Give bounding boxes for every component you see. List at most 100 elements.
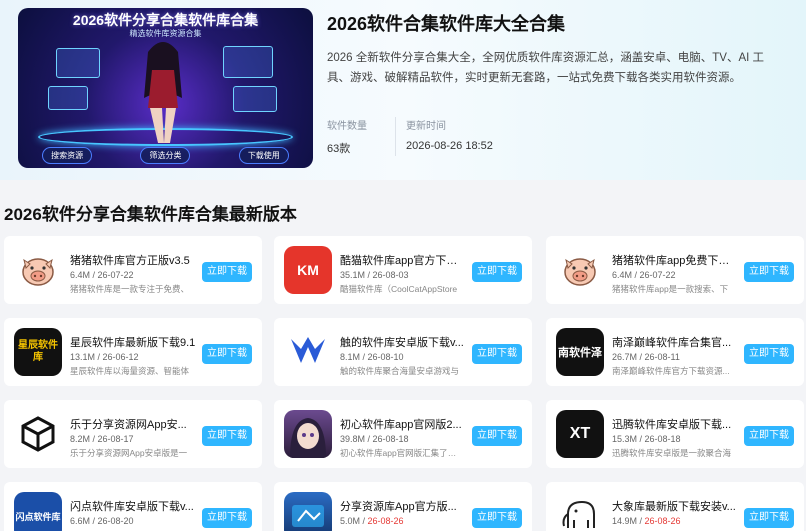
pig-icon bbox=[14, 246, 62, 294]
app-meta: 6.4M / 26-07-22 bbox=[612, 270, 676, 280]
meta-separator: / bbox=[637, 352, 645, 362]
meta-separator: / bbox=[90, 270, 98, 280]
download-button[interactable]: 立即下载 bbox=[472, 344, 522, 364]
app-meta: 8.2M / 26-08-17 bbox=[70, 434, 134, 444]
app-meta: 8.1M / 26-08-10 bbox=[340, 352, 404, 362]
app-size: 6.4M bbox=[70, 270, 91, 280]
app-name[interactable]: 星辰软件库最新版下载9.1 bbox=[70, 334, 196, 350]
page-title: 2026软件合集软件库大全合集 bbox=[327, 14, 566, 34]
download-button[interactable]: 立即下载 bbox=[744, 344, 794, 364]
meta-separator: / bbox=[95, 352, 103, 362]
stat-label: 软件数量 bbox=[327, 121, 367, 132]
hero-info: 2026软件合集软件库大全合集 2026 全新软件分享合集大全，全网优质软件库资… bbox=[327, 10, 787, 88]
app-size: 14.9M bbox=[612, 516, 638, 526]
chip-search: 搜索资源 bbox=[42, 147, 93, 164]
km-icon: KM bbox=[284, 246, 332, 294]
app-date: 26-08-26 bbox=[644, 516, 681, 526]
app-name[interactable]: 迅腾软件库安卓版下载... bbox=[612, 416, 738, 432]
app-name[interactable]: 触的软件库安卓版下载v... bbox=[340, 334, 466, 350]
hero-banner-image[interactable]: 2026软件分享合集软件库合集 精选软件库资源合集 搜索资源 筛选分类 下载使用 bbox=[18, 8, 313, 168]
banner-panel bbox=[233, 86, 277, 112]
app-card[interactable]: 星辰软件库 星辰软件库最新版下载9.1 13.1M / 26-06-12 星辰软件库以… bbox=[4, 318, 262, 386]
stat-value: 63款 bbox=[327, 143, 351, 155]
app-card[interactable]: 猪猪软件库官方正版v3.5 6.4M / 26-07-22 猪猪软件库是一款专注于免… bbox=[4, 236, 262, 304]
app-card[interactable]: XT 迅腾软件库安卓版下载... 15.3M / 26-08-18 迅腾软件库安卓版是… bbox=[546, 400, 804, 468]
app-date: 26-08-11 bbox=[644, 352, 680, 362]
download-button[interactable]: 立即下载 bbox=[202, 508, 252, 528]
meta-separator: / bbox=[90, 434, 98, 444]
download-button[interactable]: 立即下载 bbox=[472, 508, 522, 528]
download-button[interactable]: 立即下载 bbox=[202, 426, 252, 446]
app-date: 26-08-03 bbox=[372, 270, 409, 280]
download-button[interactable]: 立即下载 bbox=[202, 344, 252, 364]
meta-separator: / bbox=[637, 434, 645, 444]
app-card[interactable]: KM 酷猫软件库app官方下载... 35.1M / 26-08-03 酷猫软件库（C… bbox=[274, 236, 532, 304]
download-button[interactable]: 立即下载 bbox=[744, 262, 794, 282]
meta-separator: / bbox=[632, 270, 640, 280]
anime-avatar-icon bbox=[284, 410, 332, 458]
banner-panel bbox=[56, 48, 100, 78]
app-description: 南泽巅峰软件库官方下载资源... bbox=[612, 366, 730, 376]
app-size: 13.1M bbox=[70, 352, 96, 362]
banner-panel bbox=[223, 46, 273, 78]
app-date: 26-08-26 bbox=[367, 516, 404, 526]
stat-updated: 更新时间 2026-08-26 18:52 bbox=[395, 117, 511, 156]
meta-separator: / bbox=[90, 516, 98, 526]
app-size: 35.1M bbox=[340, 270, 366, 280]
meta-separator: / bbox=[360, 516, 368, 526]
flash-icon: 闪点软件库 bbox=[14, 492, 62, 531]
app-card[interactable]: 南软件泽 南泽巅峰软件库合集官... 26.7M / 26-08-11 南泽巅峰软件库… bbox=[546, 318, 804, 386]
download-button[interactable]: 立即下载 bbox=[202, 262, 252, 282]
hero-stats: 软件数量 63款 更新时间 2026-08-26 18:52 bbox=[327, 117, 521, 156]
app-name[interactable]: 猪猪软件库app免费下载... bbox=[612, 252, 738, 268]
app-date: 26-08-18 bbox=[644, 434, 681, 444]
app-size: 15.3M bbox=[612, 434, 638, 444]
app-name[interactable]: 分享资源库App官方版... bbox=[340, 498, 466, 514]
app-description: 迅腾软件库安卓版是一款聚合海 bbox=[612, 448, 732, 458]
banner-title: 2026软件分享合集软件库合集 bbox=[72, 12, 259, 28]
app-description: 猪猪软件库app是一款搜索、下 bbox=[612, 284, 729, 294]
app-meta: 13.1M / 26-06-12 bbox=[70, 352, 139, 362]
nanze-icon: 南软件泽 bbox=[556, 328, 604, 376]
app-size: 26.7M bbox=[612, 352, 638, 362]
app-size: 8.1M bbox=[340, 352, 361, 362]
app-date: 26-06-12 bbox=[102, 352, 139, 362]
app-card[interactable]: 乐于分享资源网App安... 8.2M / 26-08-17 乐于分享资源网App安… bbox=[4, 400, 262, 468]
app-card[interactable]: 初心软件库app官网版2... 39.8M / 26-08-18 初心软件库app官… bbox=[274, 400, 532, 468]
app-name[interactable]: 猪猪软件库官方正版v3.5 bbox=[70, 252, 196, 268]
app-card[interactable]: 大象库最新版下载安装v... 14.9M / 26-08-26 立即下载 bbox=[546, 482, 804, 531]
cube-icon bbox=[14, 410, 62, 458]
app-date: 26-08-20 bbox=[97, 516, 134, 526]
download-button[interactable]: 立即下载 bbox=[744, 426, 794, 446]
xt-icon: XT bbox=[556, 410, 604, 458]
app-meta: 6.6M / 26-08-20 bbox=[70, 516, 134, 526]
download-button[interactable]: 立即下载 bbox=[744, 508, 794, 528]
app-meta: 14.9M / 26-08-26 bbox=[612, 516, 681, 526]
app-date: 26-08-17 bbox=[97, 434, 134, 444]
app-description: 猪猪软件库是一款专注于免费、 bbox=[70, 284, 190, 294]
app-name[interactable]: 南泽巅峰软件库合集官... bbox=[612, 334, 738, 350]
app-card[interactable]: 触的软件库安卓版下载v... 8.1M / 26-08-10 触的软件库聚合海量安卓… bbox=[274, 318, 532, 386]
app-name[interactable]: 初心软件库app官网版2... bbox=[340, 416, 466, 432]
app-name[interactable]: 大象库最新版下载安装v... bbox=[612, 498, 738, 514]
crown-v-icon bbox=[284, 328, 332, 376]
app-name[interactable]: 乐于分享资源网App安... bbox=[70, 416, 196, 432]
app-description: 酷猫软件库（CoolCatAppStore bbox=[340, 284, 458, 294]
stat-label: 更新时间 bbox=[406, 121, 446, 132]
meta-separator: / bbox=[365, 270, 373, 280]
star-library-icon: 星辰软件库 bbox=[14, 328, 62, 376]
app-name[interactable]: 酷猫软件库app官方下载... bbox=[340, 252, 466, 268]
app-card[interactable]: 闪点软件库 闪点软件库安卓版下载v... 6.6M / 26-08-20 立即下载 bbox=[4, 482, 262, 531]
app-description: 乐于分享资源网App安卓版是一 bbox=[70, 448, 188, 458]
app-size: 8.2M bbox=[70, 434, 91, 444]
app-card[interactable]: 猪猪软件库app免费下载... 6.4M / 26-07-22 猪猪软件库app是一… bbox=[546, 236, 804, 304]
download-button[interactable]: 立即下载 bbox=[472, 262, 522, 282]
app-meta: 15.3M / 26-08-18 bbox=[612, 434, 681, 444]
app-name[interactable]: 闪点软件库安卓版下载v... bbox=[70, 498, 196, 514]
chip-download: 下载使用 bbox=[238, 147, 289, 164]
meta-separator: / bbox=[365, 434, 373, 444]
pig-icon bbox=[556, 246, 604, 294]
app-card[interactable]: 分享资源库App官方版... 5.0M / 26-08-26 立即下载 bbox=[274, 482, 532, 531]
download-button[interactable]: 立即下载 bbox=[472, 426, 522, 446]
app-date: 26-08-18 bbox=[372, 434, 409, 444]
